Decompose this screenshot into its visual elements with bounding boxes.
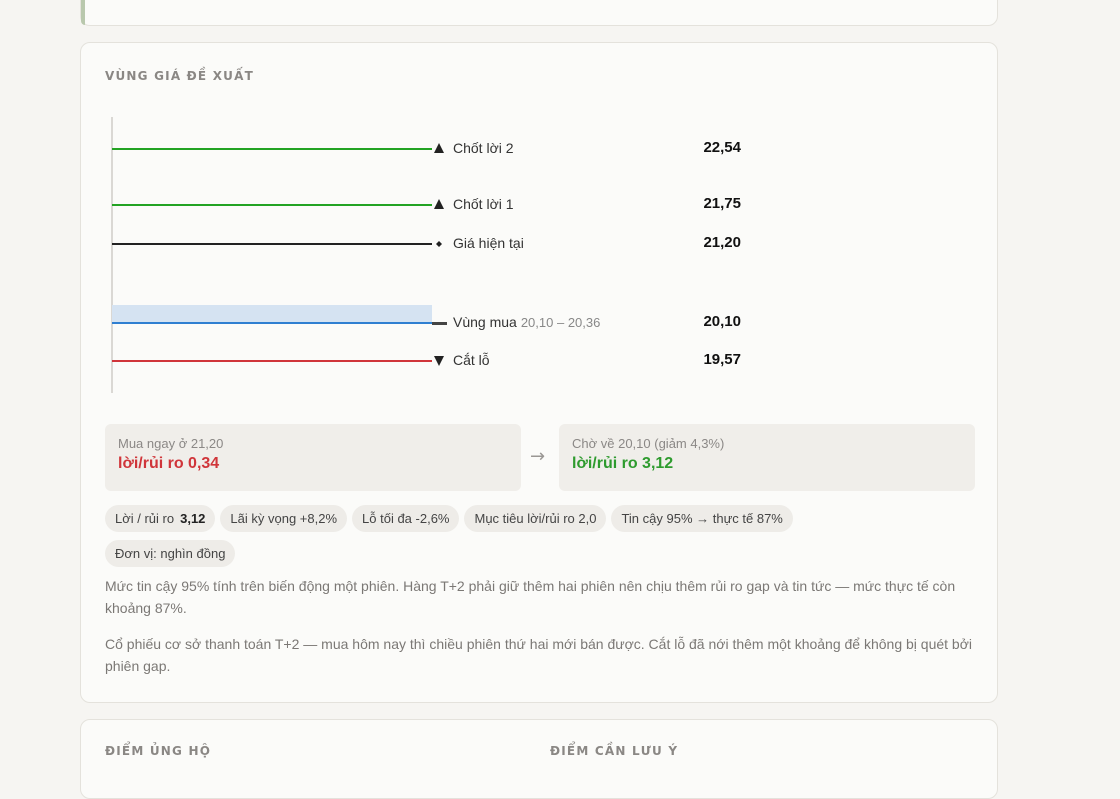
wait-caption: Chờ về 20,10 (giảm 4,3%) [572, 436, 725, 451]
pill-confidence: Tin cậy 95% → thực tế 87% [611, 505, 793, 532]
points-card: ĐIỂM ỦNG HỘ ĐIỂM CẦN LƯU Ý [80, 719, 998, 799]
price-level-svg [111, 117, 447, 393]
current-price-label: Giá hiện tại [453, 235, 524, 251]
triangle-up-icon [434, 199, 444, 209]
arrow-right-icon: → [530, 446, 546, 467]
caution-points-title: ĐIỂM CẦN LƯU Ý [550, 744, 679, 758]
wait-ratio: lời/rủi ro 3,12 [572, 455, 674, 472]
buy-zone-value: 20,10 [703, 313, 741, 330]
stop-loss-value: 19,57 [703, 351, 741, 368]
buy-zone-band [112, 305, 432, 324]
triangle-up-icon [434, 143, 444, 153]
take-profit-1-value: 21,75 [703, 195, 741, 212]
pill-unit: Đơn vị: nghìn đồng [105, 540, 236, 567]
buy-zone-range: 20,10 – 20,36 [520, 315, 601, 330]
pill-expected-profit: Lãi kỳ vọng +8,2% [220, 505, 348, 532]
take-profit-1-label: Chốt lời 1 [453, 196, 514, 212]
price-level-chart: Chốt lời 2 22,54 Chốt lời 1 21,75 Giá hi… [81, 43, 999, 423]
pill-value: 3,12 [180, 511, 206, 526]
buy-zone-name: Vùng mua [453, 314, 517, 330]
support-points-title: ĐIỂM ỦNG HỘ [105, 744, 212, 758]
pill-target-ratio: Mục tiêu lời/rủi ro 2,0 [464, 505, 607, 532]
current-price-value: 21,20 [703, 234, 741, 251]
buy-now-caption: Mua ngay ở 21,20 [118, 436, 224, 451]
triangle-down-icon [434, 356, 444, 366]
take-profit-2-value: 22,54 [703, 139, 741, 156]
metric-pills: Lời / rủi ro 3,12 Lãi kỳ vọng +8,2% Lỗ tối … [105, 505, 975, 575]
diamond-icon [436, 241, 442, 247]
pill-label: Lời / rủi ro [115, 511, 175, 526]
settlement-paragraph: Cổ phiếu cơ sở thanh toán T+2 — mua hôm … [105, 636, 973, 674]
pill-risk-reward: Lời / rủi ro 3,12 [105, 505, 216, 532]
buy-now-ratio: lời/rủi ro 0,34 [118, 455, 220, 472]
take-profit-2-label: Chốt lời 2 [453, 140, 514, 156]
previous-card [80, 0, 998, 26]
card-accent-bar [81, 0, 85, 25]
confidence-paragraph: Mức tin cậy 95% tính trên biến động một … [105, 578, 956, 616]
buy-now-box: Mua ngay ở 21,20 lời/rủi ro 0,34 [105, 424, 521, 491]
pill-max-loss: Lỗ tối đa -2,6% [352, 505, 460, 532]
price-zone-card: VÙNG GIÁ ĐỀ XUẤT Chốt lời 2 22,54 Chốt l… [80, 42, 998, 703]
buy-zone-label: Vùng mua 20,10 – 20,36 [453, 314, 600, 330]
stop-loss-label: Cắt lỗ [453, 352, 490, 368]
dash-icon [432, 322, 447, 325]
wait-box: Chờ về 20,10 (giảm 4,3%) lời/rủi ro 3,12 [559, 424, 975, 491]
